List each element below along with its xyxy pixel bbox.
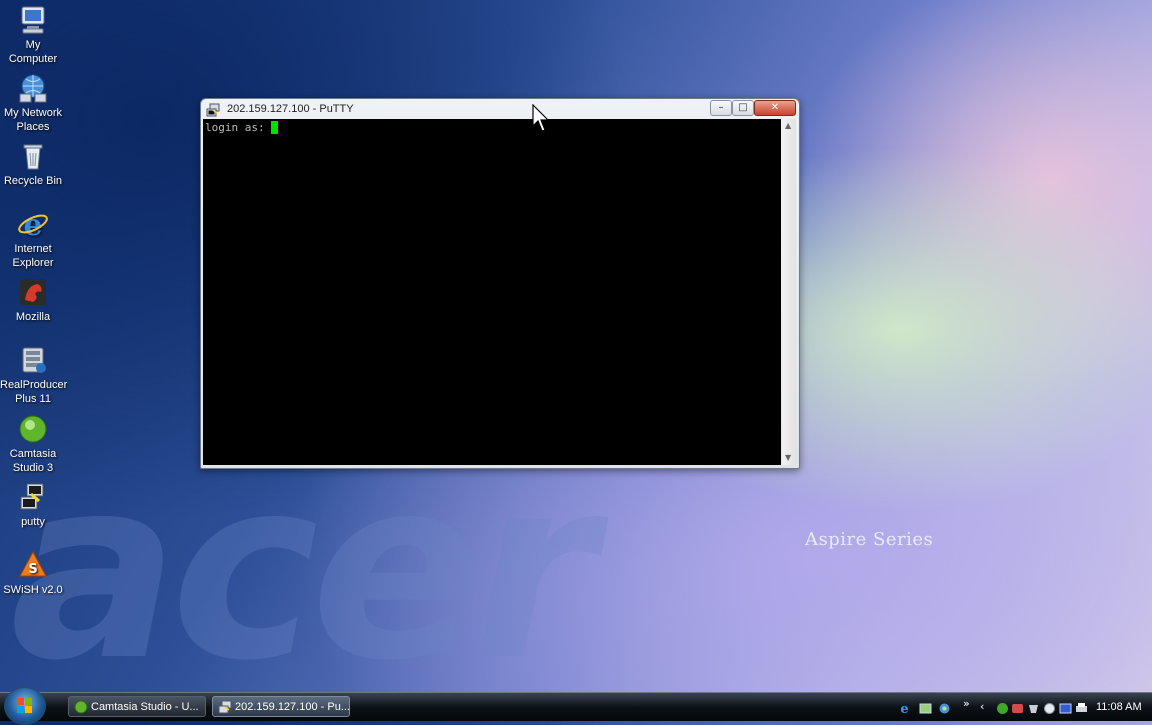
mouse-pointer-icon [532,103,552,134]
desktop-icon-swish[interactable]: S SWiSH v2.0 [0,549,66,597]
camtasia-icon [74,700,88,714]
putty-icon [218,700,232,714]
mozilla-icon [17,276,49,308]
scroll-up-icon[interactable]: ▲ [785,121,791,130]
quick-launch-overflow-icon[interactable]: » [963,697,976,710]
putty-window[interactable]: 202.159.127.100 - PuTTY – □ ✕ login as: … [200,98,800,469]
taskbar-button-camtasia[interactable]: Camtasia Studio - U... [68,696,206,717]
login-prompt: login as: [205,121,272,134]
desktop-icon-camtasia[interactable]: Camtasia Studio 3 [0,413,66,475]
switch-windows-icon[interactable] [938,700,951,714]
svg-text:S: S [28,562,37,577]
recycle-bin-icon [17,140,49,172]
taskbar: Camtasia Studio - U... 202.159.127.100 -… [0,687,1152,725]
window-title: 202.159.127.100 - PuTTY [227,103,354,115]
scroll-down-icon[interactable]: ▼ [785,453,791,462]
network-places-icon [17,72,49,104]
clock[interactable]: 11:08 AM [1096,701,1142,713]
internet-explorer-icon: e [17,208,49,243]
realproducer-icon [17,344,49,376]
terminal-area[interactable]: login as: [203,119,781,465]
close-button[interactable]: ✕ [754,100,796,116]
tray-app-icon[interactable] [1043,700,1056,714]
internet-explorer-icon[interactable]: e [898,700,911,717]
desktop-icon-mozilla[interactable]: Mozilla [0,276,66,324]
terminal-cursor [271,121,279,134]
minimize-button[interactable]: – [710,100,732,116]
desktop-icon-realproducer[interactable]: RealProducer Plus 11 [0,344,68,406]
network-icon[interactable] [1027,700,1040,713]
desktop-icon-label: My Network Places [3,107,63,133]
putty-icon [206,102,220,117]
desktop-icon-recycle-bin[interactable]: Recycle Bin [0,140,66,188]
taskbar-button-label: Camtasia Studio - U... [91,701,199,713]
maximize-button[interactable]: □ [732,100,754,116]
vertical-scrollbar[interactable]: ▲ ▼ [782,119,796,465]
security-icon[interactable] [1011,700,1024,713]
desktop-icon-label: Internet Explorer [12,243,54,269]
close-icon: ✕ [770,102,780,113]
taskbar-button-label: 202.159.127.100 - Pu... [235,701,350,713]
my-computer-icon [17,4,49,36]
putty-titlebar[interactable]: 202.159.127.100 - PuTTY – □ ✕ [201,99,799,119]
camtasia-tray-icon[interactable] [996,700,1009,714]
chevron-left-icon[interactable]: ‹ [980,700,993,713]
desktop-icon-my-network-places[interactable]: My Network Places [0,72,66,134]
desktop-icon-label: My Computer [8,39,58,65]
wallpaper-aspire-series: Aspire Series [805,529,934,550]
desktop-icon-label: Mozilla [15,311,51,323]
taskbar-button-putty[interactable]: 202.159.127.100 - Pu... [212,696,350,717]
desktop-icon-my-computer[interactable]: My Computer [0,4,66,66]
desktop-icon-putty[interactable]: putty [0,481,66,529]
camtasia-icon [17,413,49,445]
desktop-icon-label: RealProducer Plus 11 [0,379,68,405]
printer-icon[interactable] [1075,700,1088,713]
wallpaper-acer-logo: acer [10,424,596,715]
maximize-icon: □ [738,102,748,113]
minimize-icon: – [718,102,724,113]
swish-icon: S [17,549,49,581]
show-desktop-icon[interactable] [919,700,932,714]
desktop-icon-label: Recycle Bin [3,175,63,187]
desktop-icon-label: SWiSH v2.0 [3,584,63,596]
windows-start-icon [17,698,33,714]
putty-icon [17,481,49,513]
desktop-icon-internet-explorer[interactable]: e Internet Explorer [0,208,66,270]
start-button[interactable] [4,687,46,725]
terminal-line: login as: [205,121,279,134]
volume-icon[interactable] [1059,700,1072,714]
svg-text:e: e [23,208,42,240]
desktop-icon-label: Camtasia Studio 3 [9,448,57,474]
svg-text:e: e [900,702,908,715]
desktop-icon-label: putty [21,516,45,528]
